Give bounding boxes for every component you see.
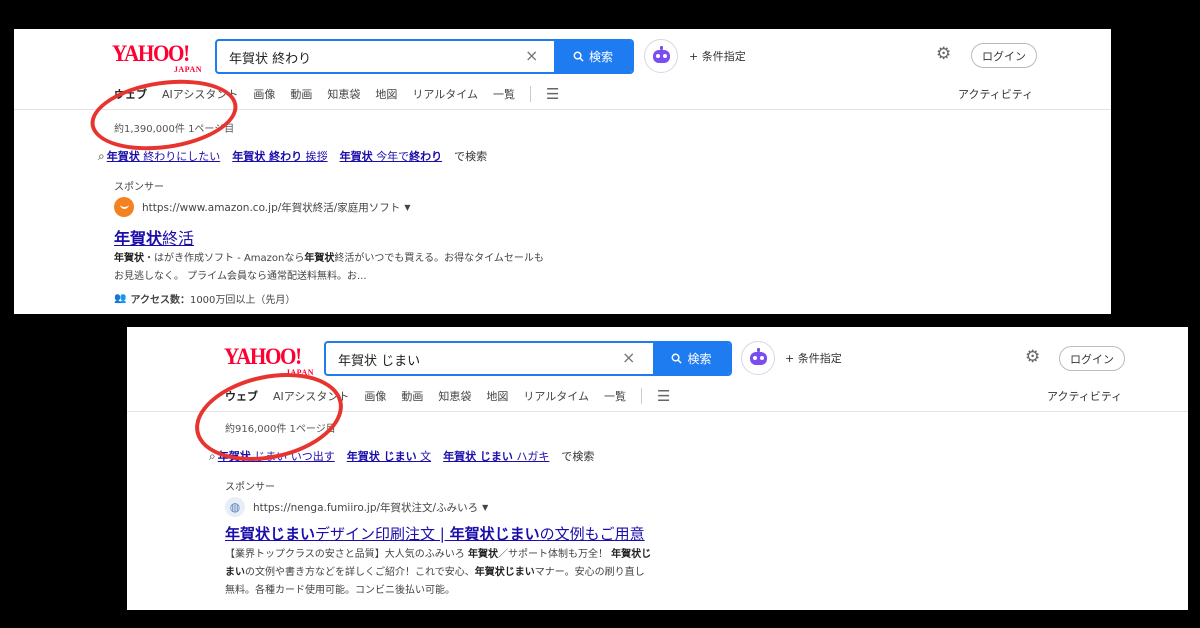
tab-underline — [14, 109, 1111, 110]
filter-icon[interactable]: ☰ — [546, 85, 559, 103]
tab-chiebukuro[interactable]: 知恵袋 — [327, 86, 360, 102]
ad-url: https://www.amazon.co.jp/年賀状終活/家庭用ソフト — [142, 201, 401, 214]
gear-icon[interactable]: ⚙ — [936, 44, 951, 64]
activity-link[interactable]: アクティビティ — [1047, 388, 1122, 404]
tab-map[interactable]: 地図 — [375, 86, 397, 102]
search-screenshot-2: YAHOO! JAPAN 年賀状 じまい × 検索 + 条件指定 ⚙ ログイン … — [127, 327, 1188, 610]
chevron-down-icon[interactable]: ▼ — [482, 503, 488, 512]
ad-url-row[interactable]: ◍ https://nenga.fumiiro.jp/年賀状注文/ふみいろ ▼ — [225, 497, 488, 517]
tab-realtime[interactable]: リアルタイム — [523, 388, 589, 404]
related-search-link[interactable]: 年賀状 じまい ハガキ — [443, 448, 549, 464]
robot-icon[interactable] — [741, 341, 775, 375]
robot-icon[interactable] — [644, 39, 678, 73]
close-icon[interactable]: × — [525, 46, 538, 65]
tab-video[interactable]: 動画 — [401, 388, 423, 404]
tab-list[interactable]: 一覧 — [604, 388, 626, 404]
search-screenshot-1: YAHOO! JAPAN 年賀状 終わり × 検索 + 条件指定 ⚙ ログイン … — [14, 29, 1111, 314]
tab-video[interactable]: 動画 — [290, 86, 312, 102]
tab-web[interactable]: ウェブ — [225, 388, 258, 404]
ad-description: 年賀状・はがき作成ソフト - Amazonなら年賀状終活がいつでも買える。お得な… — [114, 253, 544, 282]
tab-ai-assistant[interactable]: AIアシスタント — [162, 86, 238, 102]
globe-icon: ◍ — [225, 497, 245, 517]
access-count: 👥 アクセス数： 1000万回以上（先月） — [114, 293, 296, 306]
tab-chiebukuro[interactable]: 知恵袋 — [438, 388, 471, 404]
related-search-link[interactable]: 年賀状 終わり 挨拶 — [232, 148, 327, 164]
chevron-down-icon[interactable]: ▼ — [404, 203, 410, 212]
search-query: 年賀状 じまい — [338, 354, 421, 369]
related-searches: ⌕ 年賀状 じまい いつ出す 年賀状 じまい 文 年賀状 じまい ハガキ で検索 — [209, 448, 595, 464]
tab-ai-assistant[interactable]: AIアシスタント — [273, 388, 349, 404]
ad-url-row[interactable]: https://www.amazon.co.jp/年賀状終活/家庭用ソフト ▼ — [114, 197, 410, 217]
search-button[interactable]: 検索 — [653, 343, 730, 374]
ad-title-link[interactable]: 年賀状終活 — [114, 225, 194, 249]
search-button[interactable]: 検索 — [554, 41, 632, 72]
ad-url: https://nenga.fumiiro.jp/年賀状注文/ふみいろ — [253, 501, 479, 514]
conditions-button[interactable]: + 条件指定 — [785, 350, 842, 366]
search-icon: ⌕ — [98, 148, 105, 163]
tab-map[interactable]: 地図 — [486, 388, 508, 404]
activity-link[interactable]: アクティビティ — [958, 86, 1033, 102]
search-query: 年賀状 終わり — [229, 52, 312, 67]
login-button[interactable]: ログイン — [971, 43, 1037, 68]
login-button[interactable]: ログイン — [1059, 346, 1125, 371]
search-icon: ⌕ — [209, 448, 216, 463]
related-searches: ⌕ 年賀状 終わりにしたい 年賀状 終わり 挨拶 年賀状 今年で終わり で検索 — [98, 148, 488, 164]
gear-icon[interactable]: ⚙ — [1025, 347, 1040, 367]
related-search-link[interactable]: 年賀状 終わりにしたい — [107, 148, 221, 164]
tab-underline — [127, 411, 1188, 412]
amazon-icon — [114, 197, 134, 217]
search-icon — [573, 51, 584, 62]
search-tabs: ウェブ AIアシスタント 画像 動画 知恵袋 地図 リアルタイム 一覧 ☰ — [114, 85, 574, 103]
related-search-link[interactable]: 年賀状 今年で終わり — [340, 148, 443, 164]
sponsor-label: スポンサー — [114, 182, 164, 193]
search-input[interactable]: 年賀状 じまい × 検索 — [324, 341, 732, 376]
ad-title-link[interactable]: 年賀状じまいデザイン印刷注文 | 年賀状じまいの文例もご用意 — [225, 523, 645, 544]
people-icon: 👥 — [114, 293, 127, 304]
yahoo-logo[interactable]: YAHOO! JAPAN — [224, 344, 320, 384]
filter-icon[interactable]: ☰ — [657, 387, 670, 405]
close-icon[interactable]: × — [622, 348, 635, 367]
yahoo-logo[interactable]: YAHOO! JAPAN — [112, 41, 208, 81]
search-tabs: ウェブ AIアシスタント 画像 動画 知恵袋 地図 リアルタイム 一覧 ☰ — [225, 387, 685, 405]
related-search-link[interactable]: 年賀状 じまい いつ出す — [218, 448, 335, 464]
related-search-link[interactable]: 年賀状 じまい 文 — [347, 448, 431, 464]
conditions-button[interactable]: + 条件指定 — [689, 48, 746, 64]
search-input[interactable]: 年賀状 終わり × 検索 — [215, 39, 634, 74]
ad-description: 【業界トップクラスの安さと品質】大人気のふみいろ 年賀状／サポート体制も万全！ … — [225, 549, 652, 596]
tab-realtime[interactable]: リアルタイム — [412, 86, 478, 102]
tab-web[interactable]: ウェブ — [114, 86, 147, 102]
tab-divider — [641, 388, 643, 404]
tab-divider — [530, 86, 532, 102]
tab-images[interactable]: 画像 — [253, 86, 275, 102]
sponsor-label: スポンサー — [225, 482, 275, 493]
result-count: 約1,390,000件 1ページ目 — [114, 124, 235, 135]
tab-list[interactable]: 一覧 — [493, 86, 515, 102]
search-icon — [672, 353, 683, 364]
tab-images[interactable]: 画像 — [364, 388, 386, 404]
result-count: 約916,000件 1ページ目 — [225, 424, 336, 435]
